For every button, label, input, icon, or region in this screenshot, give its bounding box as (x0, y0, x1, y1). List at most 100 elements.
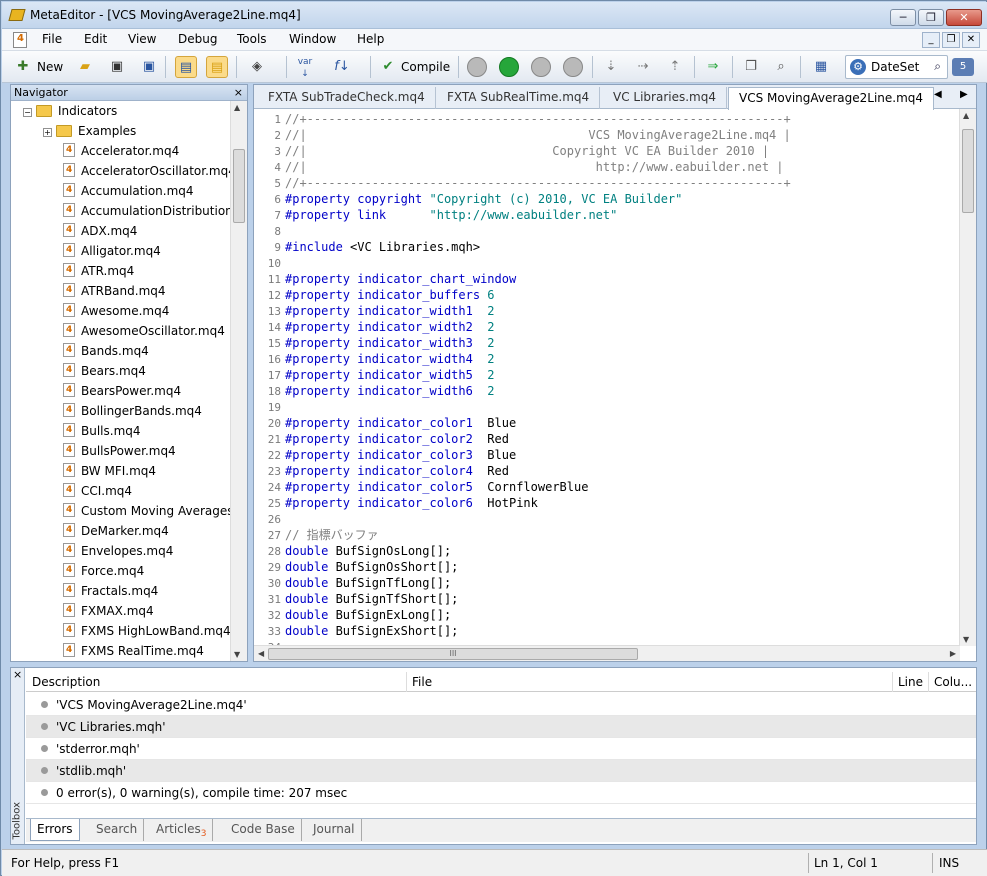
code-line[interactable]: 32 double BufSignExLong[]; (254, 607, 960, 623)
code-line[interactable]: 22 #property indicator_color3 Blue (254, 447, 960, 463)
tree-file-item[interactable]: Awesome.mq4 (63, 300, 169, 321)
document-icon[interactable] (13, 32, 27, 48)
code-line[interactable]: 10 (254, 255, 960, 271)
code-line[interactable]: 9 #include <VC Libraries.mqh> (254, 239, 960, 255)
tree-file-item[interactable]: AwesomeOscillator.mq4 (63, 320, 225, 341)
message-row[interactable]: 0 error(s), 0 warning(s), compile time: … (26, 782, 976, 804)
scroll-thumb[interactable] (233, 149, 245, 223)
copy-icon[interactable]: ❐ (740, 56, 762, 78)
maximize-button[interactable]: ❐ (918, 9, 944, 26)
tree-file-item[interactable]: Bands.mq4 (63, 340, 149, 361)
code-line[interactable]: 11 #property indicator_chart_window (254, 271, 960, 287)
scroll-thumb[interactable]: III (268, 648, 638, 660)
tree-file-item[interactable]: Accumulation.mq4 (63, 180, 194, 201)
scroll-thumb[interactable] (962, 129, 974, 213)
tree-file-item[interactable]: FXMS RealTime.mq4 (63, 640, 204, 661)
collapse-icon[interactable]: − (23, 108, 32, 117)
code-line[interactable]: 26 (254, 511, 960, 527)
scroll-left-icon[interactable]: ◀ (258, 649, 264, 658)
scroll-down-icon[interactable]: ▼ (234, 650, 240, 659)
tree-root-indicators[interactable]: − Indicators (23, 101, 117, 121)
column-file[interactable]: File (412, 675, 432, 689)
navigator-scrollbar[interactable]: ▲ ▼ (230, 101, 247, 661)
step-out-icon[interactable]: ⇡ (664, 56, 686, 78)
editor-vertical-scrollbar[interactable]: ▲ ▼ (959, 109, 976, 646)
code-line[interactable]: 14 #property indicator_width2 2 (254, 319, 960, 335)
tab-prev-icon[interactable]: ◀ (934, 89, 942, 100)
code-line[interactable]: 29 double BufSignOsShort[]; (254, 559, 960, 575)
tree-file-item[interactable]: FXMAX.mq4 (63, 600, 154, 621)
print-preview-icon[interactable]: ⌕ (770, 56, 792, 78)
mdi-close-button[interactable]: ✕ (962, 32, 980, 48)
step-into-icon[interactable]: ⇣ (600, 56, 622, 78)
notifications-icon[interactable]: 5 (952, 58, 974, 76)
menu-debug[interactable]: Debug (178, 32, 217, 46)
step-over-icon[interactable]: ⇢ (632, 56, 654, 78)
column-divider[interactable] (406, 672, 407, 692)
code-line[interactable]: 31 double BufSignTfShort[]; (254, 591, 960, 607)
code-line[interactable]: 17 #property indicator_width5 2 (254, 367, 960, 383)
search-icon[interactable]: ⌕ (934, 59, 941, 74)
tab-vcs-movingaverage2line[interactable]: VCS MovingAverage2Line.mq4 (728, 87, 935, 110)
column-divider[interactable] (928, 672, 929, 692)
tree-file-item[interactable]: Accelerator.mq4 (63, 140, 179, 161)
menu-tools[interactable]: Tools (237, 32, 267, 46)
scroll-up-icon[interactable]: ▲ (234, 103, 240, 112)
tree-file-item[interactable]: DeMarker.mq4 (63, 520, 169, 541)
start-debug-icon[interactable] (499, 57, 519, 77)
tree-file-item[interactable]: Custom Moving Averages (63, 500, 233, 521)
terminal-icon[interactable]: ▦ (810, 56, 832, 78)
insert-variable-icon[interactable]: var ↓ (294, 56, 316, 79)
tree-file-item[interactable]: BW MFI.mq4 (63, 460, 156, 481)
search-box[interactable]: ⚙ DateSet ⌕ (845, 55, 948, 79)
code-line[interactable]: 8 (254, 223, 960, 239)
tree-file-item[interactable]: Bears.mq4 (63, 360, 146, 381)
tree-file-item[interactable]: Bulls.mq4 (63, 420, 141, 441)
tab-fxta-subrealtime[interactable]: FXTA SubRealTime.mq4 (437, 87, 601, 109)
editor-horizontal-scrollbar[interactable]: ◀ III ▶ (254, 645, 960, 661)
code-line[interactable]: 28 double BufSignOsLong[]; (254, 543, 960, 559)
code-line[interactable]: 23 #property indicator_color4 Red (254, 463, 960, 479)
menu-view[interactable]: View (128, 32, 156, 46)
gear-icon[interactable]: ⚙ (850, 59, 866, 75)
tree-file-item[interactable]: ATRBand.mq4 (63, 280, 166, 301)
tree-file-item[interactable]: FXMS HighLowBand.mq4 (63, 620, 231, 641)
code-line[interactable]: 18 #property indicator_width6 2 (254, 383, 960, 399)
code-line[interactable]: 21 #property indicator_color2 Red (254, 431, 960, 447)
column-column[interactable]: Colu... (934, 675, 972, 689)
column-divider[interactable] (892, 672, 893, 692)
tab-fxta-subtradecheck[interactable]: FXTA SubTradeCheck.mq4 (258, 87, 436, 109)
code-area[interactable]: 1 //+------------------------------------… (254, 111, 960, 646)
save-icon[interactable]: ▣ (106, 56, 128, 78)
code-line[interactable]: 13 #property indicator_width1 2 (254, 303, 960, 319)
step-icon[interactable] (467, 57, 487, 77)
code-line[interactable]: 30 double BufSignTfLong[]; (254, 575, 960, 591)
tab-errors[interactable]: Errors (30, 819, 80, 841)
tree-folder-examples[interactable]: + Examples (43, 121, 136, 141)
save-all-icon[interactable]: ▣ (138, 56, 160, 78)
expand-icon[interactable]: + (43, 128, 52, 137)
scroll-down-icon[interactable]: ▼ (963, 635, 969, 644)
navigator-toggle-icon[interactable]: ▤ (175, 56, 197, 78)
stop-icon[interactable] (563, 57, 583, 77)
menu-window[interactable]: Window (289, 32, 336, 46)
search-input[interactable]: DateSet (871, 60, 919, 74)
tab-vc-libraries[interactable]: VC Libraries.mq4 (603, 87, 727, 109)
column-line[interactable]: Line (898, 675, 923, 689)
tree-file-item[interactable]: Envelopes.mq4 (63, 540, 173, 561)
column-description[interactable]: Description (32, 675, 100, 689)
code-line[interactable]: 19 (254, 399, 960, 415)
tree-file-item[interactable]: BearsPower.mq4 (63, 380, 181, 401)
tree-file-item[interactable]: Fractals.mq4 (63, 580, 158, 601)
code-line[interactable]: 27 // 指標バッファ (254, 527, 960, 543)
menu-edit[interactable]: Edit (84, 32, 107, 46)
code-line[interactable]: 3 //| Copyright VC EA Builder 2010 | (254, 143, 960, 159)
code-line[interactable]: 25 #property indicator_color6 HotPink (254, 495, 960, 511)
compile-button-label[interactable]: Compile (401, 60, 450, 74)
tab-journal[interactable]: Journal (307, 819, 362, 841)
menu-help[interactable]: Help (357, 32, 384, 46)
toolbox-toggle-icon[interactable]: ▤ (206, 56, 228, 78)
tree-file-item[interactable]: AcceleratorOscillator.mq4 (63, 160, 236, 181)
code-line[interactable]: 6 #property copyright "Copyright (c) 2010… (254, 191, 960, 207)
pause-icon[interactable] (531, 57, 551, 77)
